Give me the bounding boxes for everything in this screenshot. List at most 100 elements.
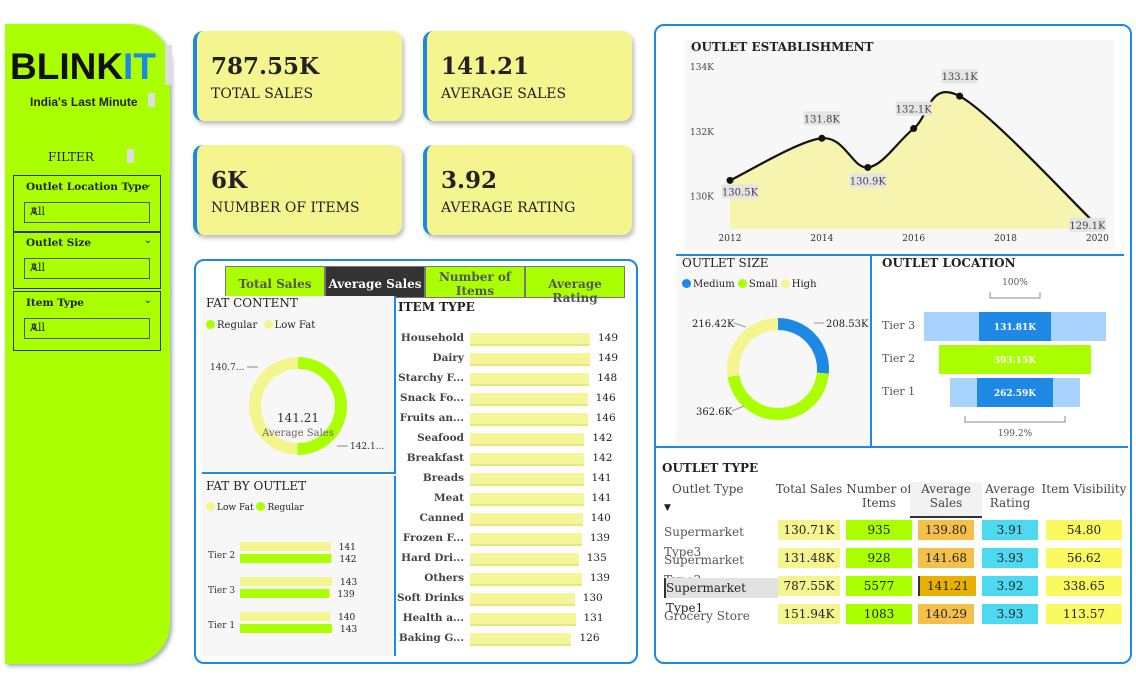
table-header[interactable]: Item Visibility <box>1038 482 1130 496</box>
outlet-size-dropdown[interactable]: All ∨ <box>24 258 150 279</box>
kpi-average-sales: 141.21 AVERAGE SALES <box>423 31 632 121</box>
category-label: Snack Fo... <box>399 392 464 404</box>
table-row-label[interactable]: Grocery Store <box>664 606 776 626</box>
fat-content-donut: 141.21 Average Sales 140.7... 142.1... <box>210 357 384 455</box>
legend-dot <box>256 502 266 511</box>
bar <box>470 593 575 606</box>
category-label: Canned <box>419 512 464 524</box>
data-point <box>956 92 964 100</box>
data-label: 143 <box>340 578 357 588</box>
category-label: Breads <box>422 472 464 484</box>
outlet-size-legend: Medium Small High <box>682 279 817 290</box>
brand-tagline: India's Last Minute <box>30 95 138 109</box>
slicer-outlet-location-type[interactable]: Outlet Location Type ⌄ All ∨ <box>13 175 161 233</box>
item-type-row: Starchy F... 148 <box>398 370 628 388</box>
data-point <box>726 176 734 184</box>
legend-item: Small <box>748 279 778 290</box>
funnel-top-label: 100% <box>1002 278 1028 288</box>
data-label: 142 <box>592 452 613 464</box>
data-label: 216.42K <box>692 319 735 330</box>
data-label: 140.7... <box>210 363 244 373</box>
table-header[interactable]: Average Rating <box>974 482 1046 510</box>
item-type-row: Snack Fo... 146 <box>398 390 628 408</box>
filter-scrollbar[interactable] <box>127 149 134 163</box>
category-label: Tier 3 <box>208 586 235 596</box>
kpi-value: 141.21 <box>441 53 530 80</box>
table-cell: 151.94K <box>778 604 840 624</box>
table-cell: 3.92 <box>982 576 1038 596</box>
legend-item: Regular <box>267 503 304 513</box>
table-cell: 3.91 <box>982 520 1038 540</box>
tab-label: Average Sales <box>328 277 422 291</box>
slicer-label: Outlet Size <box>26 237 92 249</box>
category-label: Hard Dri... <box>401 552 464 564</box>
data-label: 141 <box>339 543 356 553</box>
kpi-caption: NUMBER OF ITEMS <box>211 200 360 216</box>
chevron-down-icon[interactable]: ⌄ <box>144 179 152 190</box>
outlet-size-donut: 216.42K 208.53K 362.6K <box>692 318 869 420</box>
table-row-label[interactable]: Supermarket Type2 <box>664 550 776 587</box>
table-header[interactable]: Total Sales <box>770 482 848 496</box>
x-tick-label: 2018 <box>994 234 1017 244</box>
item-type-row: Breads 141 <box>398 470 628 488</box>
item-type-row: Canned 140 <box>398 510 628 528</box>
item-type-row: Fruits an... 146 <box>398 410 628 428</box>
table-cell: 338.65 <box>1046 576 1122 596</box>
donut-slice <box>727 318 779 377</box>
outlet-size-title: OUTLET SIZE <box>682 256 769 270</box>
bar <box>240 624 332 633</box>
table-row-label[interactable]: Supermarket Type1 <box>664 578 778 615</box>
tagline-scrollbar[interactable] <box>148 93 155 107</box>
sort-arrow-icon[interactable]: ▼ <box>664 503 671 513</box>
tab-number-of-items[interactable]: Number of Items <box>425 266 525 298</box>
table-header[interactable]: Average Sales <box>910 482 982 518</box>
data-label: 262.59K <box>994 389 1037 399</box>
chevron-down-icon[interactable]: ⌄ <box>144 235 152 246</box>
legend-item: Medium <box>693 279 735 290</box>
bar <box>240 554 332 563</box>
sidebar-scrollbar[interactable] <box>165 45 172 85</box>
table-cell: 141.68 <box>918 548 974 568</box>
table-row-label[interactable]: Supermarket Type3 <box>664 522 776 559</box>
kpi-total-sales: 787.55K TOTAL SALES <box>193 31 402 121</box>
funnel-bottom-label: 199.2% <box>998 429 1033 439</box>
item-type-title: ITEM TYPE <box>398 300 475 314</box>
tab-total-sales[interactable]: Total Sales <box>225 266 325 298</box>
legend-dot <box>682 279 691 288</box>
category-label: Tier 2 <box>882 352 915 365</box>
data-label: 146 <box>595 412 616 424</box>
leader-line <box>733 322 747 328</box>
chevron-down-icon: ∨ <box>30 204 39 217</box>
data-label: 143 <box>340 625 357 635</box>
divider <box>654 446 1128 448</box>
data-point <box>864 163 872 171</box>
category-label: Baking G... <box>398 632 464 644</box>
chevron-down-icon[interactable]: ⌄ <box>144 295 152 306</box>
tab-average-rating[interactable]: Average Rating <box>525 266 625 305</box>
table-cell: 928 <box>846 548 912 568</box>
slicer-outlet-size[interactable]: Outlet Size ⌄ All ∨ <box>13 231 161 289</box>
item-type-dropdown[interactable]: All ∨ <box>24 318 150 339</box>
chevron-down-icon: ∨ <box>30 260 39 273</box>
kpi-average-rating: 3.92 AVERAGE RATING <box>423 145 632 235</box>
kpi-value: 3.92 <box>441 167 498 194</box>
bar <box>470 513 583 526</box>
fat-content-title: FAT CONTENT <box>206 296 298 310</box>
tab-label: Average Rating <box>548 277 602 305</box>
table-header[interactable]: Outlet Type <box>672 482 762 496</box>
data-label: 131.81K <box>994 323 1037 333</box>
category-label: Fruits an... <box>399 412 464 424</box>
slicer-item-type[interactable]: Item Type ⌄ All ∨ <box>13 291 161 351</box>
category-label: Tier 1 <box>208 621 235 631</box>
table-header[interactable]: Number of Items <box>838 482 920 510</box>
item-type-row: Soft Drinks 130 <box>397 590 628 608</box>
tab-average-sales[interactable]: Average Sales <box>325 266 425 298</box>
bar <box>470 573 582 586</box>
outlet-location-dropdown[interactable]: All ∨ <box>24 202 150 223</box>
bar <box>470 533 582 546</box>
bar <box>470 553 579 566</box>
category-label: Tier 3 <box>882 319 915 332</box>
data-label: 142 <box>339 555 356 565</box>
category-label: Meat <box>434 492 464 504</box>
data-label: 130.5K <box>722 187 759 198</box>
